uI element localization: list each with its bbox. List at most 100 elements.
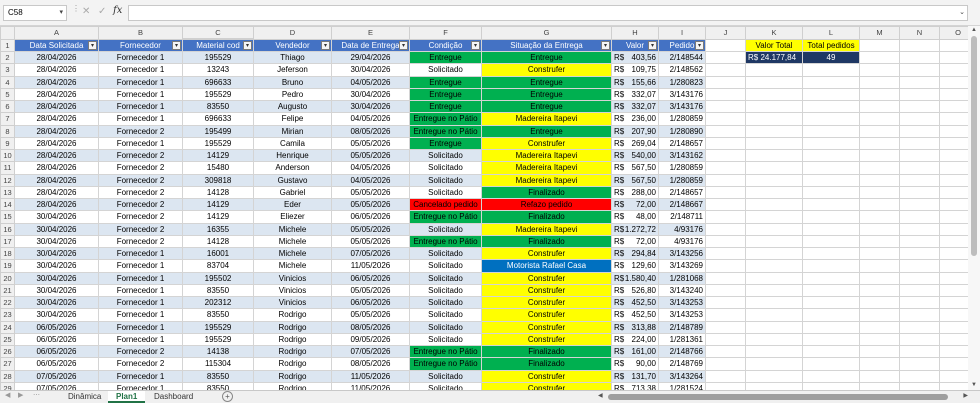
cell[interactable] [705, 124, 746, 138]
cell[interactable] [859, 357, 900, 371]
cell-condicao[interactable]: Entregue no Pátio [409, 234, 482, 249]
cell[interactable] [745, 369, 803, 383]
cell-data-entrega[interactable]: 05/05/2026 [331, 197, 410, 212]
cell-data-entrega[interactable]: 05/05/2026 [331, 234, 410, 249]
table-row[interactable]: 8 28/04/2026 Fornecedor 2 195499 Mirian 08/05… [0, 124, 977, 138]
cell-vendedor[interactable]: Rodrigo [253, 332, 332, 347]
column-header-d[interactable]: D [253, 26, 332, 40]
cell[interactable] [899, 295, 940, 310]
cell[interactable] [899, 259, 940, 273]
cell-situacao-entrega[interactable]: Madereira Itapevi [481, 161, 612, 175]
table-row[interactable]: 13 28/04/2026 Fornecedor 2 14128 Gabriel 05/0… [0, 185, 977, 200]
cell-pedido[interactable]: 2/148562 [658, 63, 706, 77]
cell[interactable] [705, 38, 746, 52]
cell[interactable] [802, 210, 860, 224]
cell[interactable] [802, 320, 860, 334]
cell-pedido[interactable]: 1/280823 [658, 75, 706, 89]
cell-condicao[interactable]: Entregue no Pátio [409, 112, 482, 126]
cell-valor[interactable]: R$ 567,50 [611, 173, 659, 187]
column-header-b[interactable]: B [98, 26, 183, 40]
cell-material-cod[interactable]: 14128 [182, 185, 254, 200]
cell-condicao[interactable]: Solicitado [409, 320, 482, 334]
cell-pedido[interactable]: 2/148766 [658, 344, 706, 359]
cell[interactable] [705, 234, 746, 249]
cell-data-entrega[interactable]: 05/05/2026 [331, 136, 410, 151]
cell[interactable] [745, 75, 803, 89]
cell[interactable] [745, 344, 803, 359]
filter-dropdown-icon[interactable]: ▾ [648, 40, 657, 50]
cell[interactable] [745, 63, 803, 77]
cell[interactable] [705, 136, 746, 151]
cell[interactable] [705, 87, 746, 102]
column-header-c[interactable]: C [182, 26, 254, 40]
row-header[interactable]: 28 [0, 369, 15, 383]
cell[interactable] [705, 271, 746, 285]
row-header[interactable]: 9 [0, 136, 15, 151]
cell-data-solicitada[interactable]: 30/04/2026 [14, 295, 99, 310]
cell-vendedor[interactable]: Henrique [253, 148, 332, 163]
cell[interactable] [745, 148, 803, 163]
cell[interactable] [802, 308, 860, 322]
cell-vendedor[interactable]: Anderson [253, 161, 332, 175]
row-header[interactable]: 10 [0, 148, 15, 163]
cell-condicao[interactable]: Solicitado [409, 259, 482, 273]
cell-material-cod[interactable]: 195499 [182, 124, 254, 138]
cell-pedido[interactable]: 2/148544 [658, 50, 706, 65]
row-header[interactable]: 12 [0, 173, 15, 187]
cell-fornecedor[interactable]: Fornecedor 1 [98, 271, 183, 285]
cell[interactable] [859, 173, 900, 187]
cell[interactable] [802, 161, 860, 175]
cell[interactable] [859, 112, 900, 126]
cell-situacao-entrega[interactable]: Construfer [481, 136, 612, 151]
cell-situacao-entrega[interactable]: Finalizado [481, 357, 612, 371]
cell-situacao-entrega[interactable]: Entregue [481, 124, 612, 138]
row-header[interactable]: 21 [0, 283, 15, 298]
cell-material-cod[interactable]: 696633 [182, 112, 254, 126]
cell-vendedor[interactable]: Eder [253, 197, 332, 212]
cell[interactable] [802, 112, 860, 126]
cell-condicao[interactable]: Solicitado [409, 246, 482, 261]
cell[interactable] [859, 50, 900, 65]
cell[interactable] [859, 344, 900, 359]
more-sheets-icon[interactable]: ⋯ [33, 391, 40, 399]
cell[interactable] [899, 112, 940, 126]
cell-data-solicitada[interactable]: 06/05/2026 [14, 344, 99, 359]
cell[interactable] [705, 381, 746, 390]
cell-condicao[interactable]: Solicitado [409, 369, 482, 383]
table-row[interactable]: 24 06/05/2026 Fornecedor 1 195529 Rodrigo 08/… [0, 320, 977, 334]
prev-sheet-icon[interactable]: ◀ [5, 391, 10, 399]
cell-vendedor[interactable]: Camila [253, 136, 332, 151]
cell-condicao[interactable]: Entregue no Pátio [409, 357, 482, 371]
table-row[interactable]: 21 30/04/2026 Fornecedor 1 83550 Vinicios 05/… [0, 283, 977, 298]
cell-data-solicitada[interactable]: 06/05/2026 [14, 320, 99, 334]
row-header[interactable]: 24 [0, 320, 15, 334]
cell[interactable] [899, 271, 940, 285]
cell-vendedor[interactable]: Vinicios [253, 295, 332, 310]
cell[interactable] [859, 246, 900, 261]
cell-situacao-entrega[interactable]: Entregue [481, 75, 612, 89]
cell-pedido[interactable]: 1/280859 [658, 161, 706, 175]
cell-material-cod[interactable]: 195529 [182, 320, 254, 334]
cell[interactable] [859, 148, 900, 163]
row-header[interactable]: 20 [0, 271, 15, 285]
cell[interactable] [745, 99, 803, 114]
cell[interactable] [705, 112, 746, 126]
cell-pedido[interactable]: 3/143269 [658, 259, 706, 273]
insert-function-icon[interactable]: fx [113, 5, 122, 16]
cell[interactable] [705, 148, 746, 163]
cell-pedido[interactable]: 4/93176 [658, 234, 706, 249]
add-sheet-icon[interactable]: + [222, 391, 233, 402]
cell[interactable] [705, 222, 746, 236]
cell-data-solicitada[interactable]: 28/04/2026 [14, 112, 99, 126]
cell[interactable] [705, 63, 746, 77]
cell-valor[interactable]: R$ 1.580,40 [611, 271, 659, 285]
cell[interactable] [802, 381, 860, 390]
tab-dashboard[interactable]: Dashboard [146, 391, 201, 403]
cell-data-entrega[interactable]: 11/05/2026 [331, 259, 410, 273]
cell[interactable] [802, 271, 860, 285]
cell[interactable] [859, 320, 900, 334]
cell-condicao[interactable]: Entregue [409, 50, 482, 65]
cell-situacao-entrega[interactable]: Construfer [481, 246, 612, 261]
cell[interactable] [859, 38, 900, 52]
table-row[interactable]: 9 28/04/2026 Fornecedor 1 195529 Camila 05/05… [0, 136, 977, 151]
